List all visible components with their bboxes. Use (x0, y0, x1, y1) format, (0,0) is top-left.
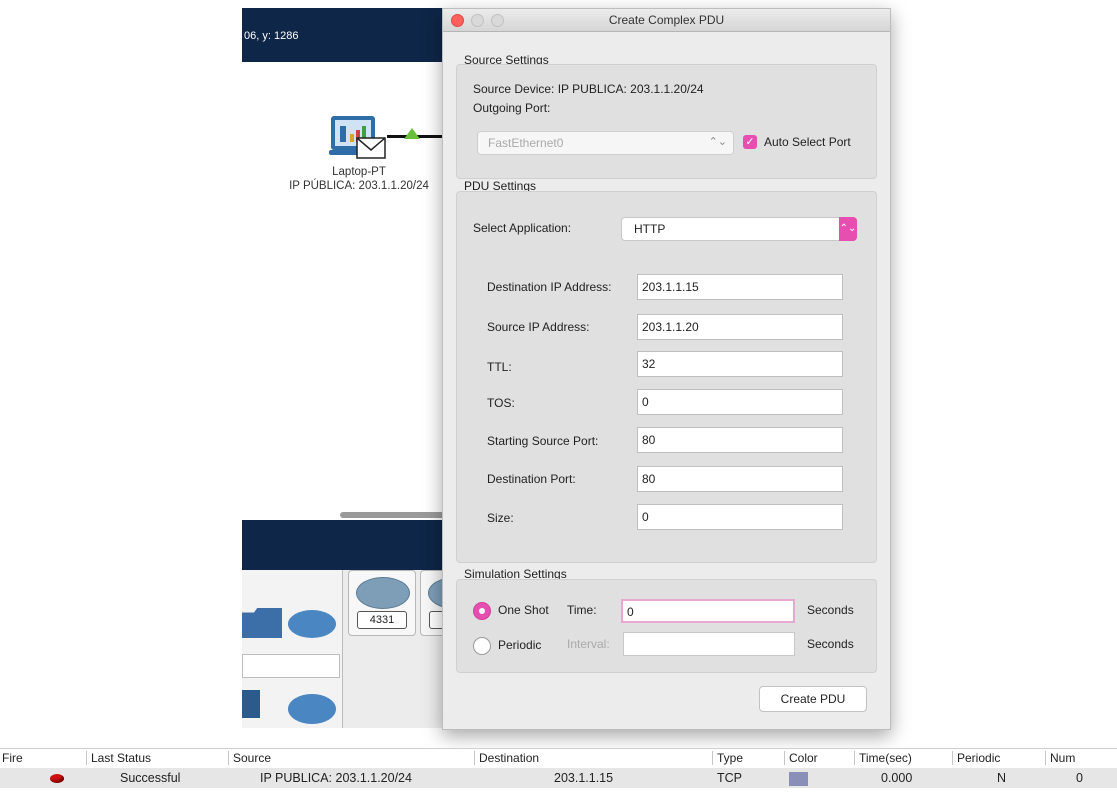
application-select[interactable]: HTTP ⌃⌄ (621, 217, 857, 241)
column-header-type[interactable]: Type (712, 751, 743, 765)
periodic-cell: N (997, 771, 1007, 785)
starting-source-port-field[interactable]: 80 (637, 427, 843, 453)
link-status-up-icon (404, 128, 420, 139)
time-value: 0 (627, 605, 634, 619)
column-header-periodic[interactable]: Periodic (952, 751, 1000, 765)
auto-select-port-label: Auto Select Port (764, 135, 851, 149)
field-value: 203.1.1.15 (642, 280, 699, 294)
time-label: Time: (567, 603, 597, 617)
cloud-icon[interactable] (288, 610, 336, 638)
field-label: Source IP Address: (487, 320, 590, 334)
column-header-destination[interactable]: Destination (474, 751, 539, 765)
auto-select-port-checkbox[interactable]: ✓ (743, 135, 757, 149)
outgoing-port-label: Outgoing Port: (473, 101, 551, 115)
device-label: IP PÚBLICA: 203.1.1.20/24 (289, 180, 429, 192)
interval-input[interactable] (623, 632, 795, 656)
ttl-field[interactable]: 32 (637, 351, 843, 377)
router-4331-tile[interactable]: 4331 (348, 570, 416, 636)
up-down-arrows-icon: ⌃⌄ (708, 136, 727, 148)
color-swatch (789, 772, 808, 786)
field-label: Size: (487, 511, 514, 525)
num-cell: 0 (1076, 771, 1083, 785)
router-model-label: 4331 (357, 611, 407, 629)
column-header-time[interactable]: Time(sec) (854, 751, 912, 765)
palette-search-field[interactable] (242, 654, 340, 678)
dialog-title: Create Complex PDU (608, 13, 725, 27)
pdu-settings-group: Select Application: HTTP ⌃⌄ Destination … (456, 191, 877, 563)
field-value: 0 (642, 510, 649, 524)
one-shot-label: One Shot (498, 603, 549, 617)
tos-field[interactable]: 0 (637, 389, 843, 415)
one-shot-radio[interactable] (473, 602, 491, 620)
pdu-list-table: Fire Last Status Source Destination Type… (0, 748, 1117, 811)
field-value: 203.1.1.20 (642, 320, 699, 334)
outgoing-port-value: FastEthernet0 (488, 136, 564, 150)
laptop-icon[interactable] (329, 114, 389, 164)
application-value: HTTP (634, 222, 666, 236)
source-settings-group: Source Device: IP PUBLICA: 203.1.1.20/24… (456, 64, 877, 179)
field-label: TTL: (487, 360, 512, 374)
field-value: 32 (642, 357, 656, 371)
column-header-fire[interactable]: Fire (0, 751, 23, 765)
field-label: Destination Port: (487, 472, 576, 486)
time-input[interactable]: 0 (621, 599, 795, 623)
source-ip-field[interactable]: 203.1.1.20 (637, 314, 843, 340)
destination-ip-field[interactable]: 203.1.1.15 (637, 274, 843, 300)
table-header: Fire Last Status Source Destination Type… (0, 748, 1117, 767)
last-status-cell: Successful (120, 771, 181, 785)
interval-label: Interval: (567, 637, 610, 651)
select-application-label: Select Application: (473, 221, 572, 235)
column-header-source[interactable]: Source (228, 751, 271, 765)
type-cell: TCP (717, 771, 742, 785)
column-header-color[interactable]: Color (784, 751, 818, 765)
field-label: TOS: (487, 396, 515, 410)
select-arrows-icon: ⌃⌄ (839, 217, 857, 241)
field-value: 0 (642, 395, 649, 409)
folder-icon[interactable] (242, 608, 282, 638)
cloud-icon[interactable] (288, 694, 336, 724)
switch-icon[interactable] (242, 690, 260, 718)
field-label: Starting Source Port: (487, 434, 599, 448)
table-row[interactable]: Successful IP PUBLICA: 203.1.1.20/24 203… (0, 768, 1117, 788)
create-pdu-button[interactable]: Create PDU (759, 686, 867, 712)
periodic-radio[interactable] (473, 637, 491, 655)
device-name: Laptop-PT (332, 166, 386, 178)
dialog-titlebar[interactable]: Create Complex PDU (443, 9, 890, 32)
seconds-label: Seconds (807, 637, 854, 651)
field-value: 80 (642, 433, 656, 447)
destination-cell: 203.1.1.15 (554, 771, 614, 785)
router-icon (356, 577, 410, 609)
device-type-panel (242, 570, 343, 728)
column-header-num[interactable]: Num (1045, 751, 1075, 765)
periodic-label: Periodic (498, 638, 542, 652)
source-device-text: Source Device: IP PUBLICA: 203.1.1.20/24 (473, 82, 704, 96)
column-header-last-status[interactable]: Last Status (86, 751, 151, 765)
source-cell: IP PUBLICA: 203.1.1.20/24 (260, 771, 412, 785)
create-complex-pdu-dialog: Create Complex PDU Source Settings Sourc… (442, 8, 891, 730)
field-value: 80 (642, 472, 656, 486)
size-field[interactable]: 0 (637, 504, 843, 530)
outgoing-port-select[interactable]: FastEthernet0 ⌃⌄ (477, 131, 734, 155)
fire-button-icon[interactable] (50, 774, 64, 783)
time-cell: 0.000 (881, 771, 913, 785)
seconds-label: Seconds (807, 603, 854, 617)
coordinate-readout: 06, y: 1286 (244, 30, 299, 42)
simulation-settings-group: One Shot Time: 0 Seconds Periodic Interv… (456, 579, 877, 673)
field-label: Destination IP Address: (487, 280, 612, 294)
destination-port-field[interactable]: 80 (637, 466, 843, 492)
